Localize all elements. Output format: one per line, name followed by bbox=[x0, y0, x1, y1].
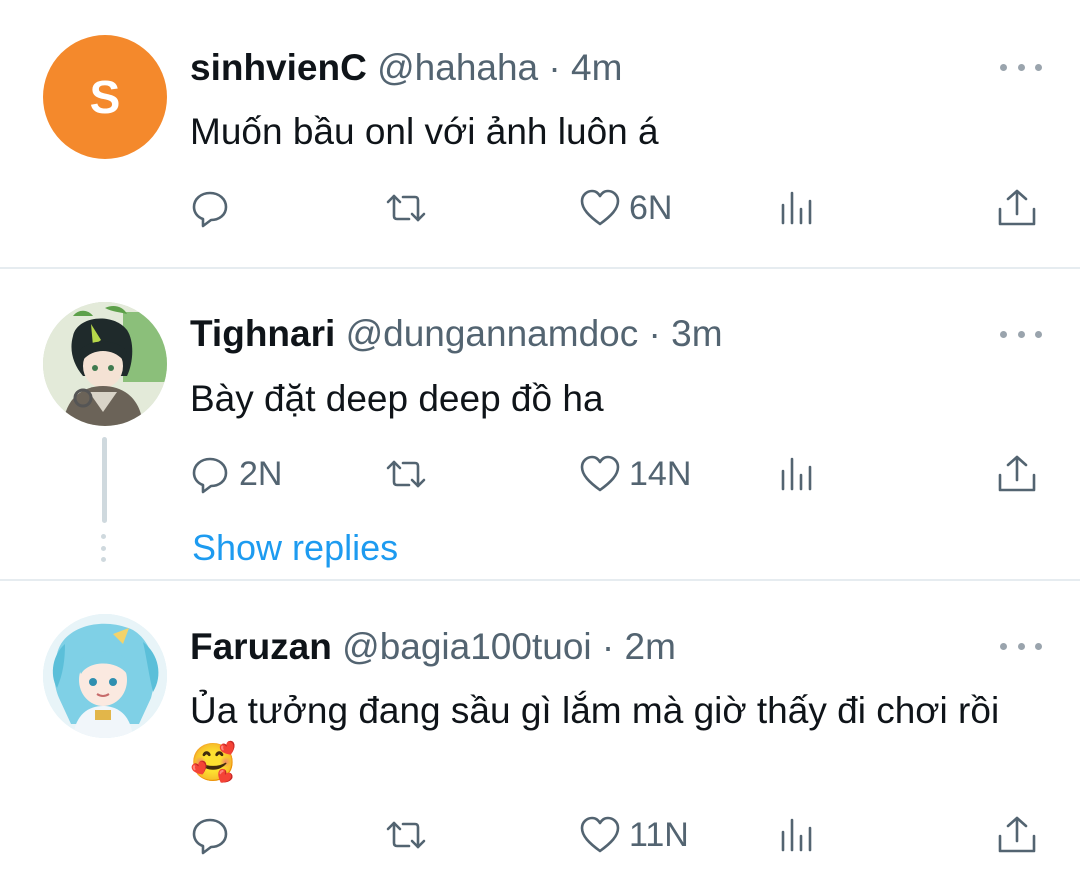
views-button[interactable] bbox=[776, 813, 818, 857]
tweet-header: Tighnari @dungannamdoc · 3m bbox=[190, 313, 723, 355]
timestamp[interactable]: 4m bbox=[571, 47, 622, 88]
tweet-text: Bày đặt deep deep đồ ha bbox=[190, 378, 604, 419]
tweet-text: Ủa tưởng đang sầu gì lắm mà giờ thấy đi … bbox=[190, 690, 1000, 731]
handle[interactable]: @bagia100tuoi bbox=[342, 626, 591, 667]
separator: · bbox=[638, 313, 672, 354]
reply-button[interactable] bbox=[189, 813, 239, 857]
share-button[interactable] bbox=[996, 186, 1038, 230]
like-button[interactable]: 6N bbox=[579, 186, 672, 230]
share-icon bbox=[996, 453, 1038, 495]
timestamp[interactable]: 2m bbox=[625, 626, 676, 667]
retweet-icon bbox=[385, 453, 427, 495]
display-name[interactable]: sinhvienC bbox=[190, 47, 367, 88]
display-name[interactable]: Tighnari bbox=[190, 313, 335, 354]
share-icon bbox=[996, 187, 1038, 229]
tweet-header: Faruzan @bagia100tuoi · 2m bbox=[190, 626, 676, 668]
reply-icon bbox=[189, 453, 231, 495]
views-icon bbox=[776, 187, 818, 229]
more-icon[interactable] bbox=[1000, 639, 1042, 653]
share-icon bbox=[996, 814, 1038, 856]
share-button[interactable] bbox=[996, 813, 1038, 857]
like-button[interactable]: 14N bbox=[579, 452, 691, 496]
like-button[interactable]: 11N bbox=[579, 813, 689, 857]
tweet-2[interactable]: Tighnari @dungannamdoc · 3m Bày đặt deep… bbox=[0, 269, 1080, 580]
avatar-letter: S bbox=[89, 71, 121, 123]
tweet-header: sinhvienC @hahaha · 4m bbox=[190, 47, 622, 89]
reply-icon bbox=[189, 814, 231, 856]
reply-button[interactable]: 2N bbox=[189, 452, 282, 496]
tweet-text: Muốn bầu onl với ảnh luôn á bbox=[190, 111, 659, 152]
retweet-icon bbox=[385, 814, 427, 856]
retweet-button[interactable] bbox=[385, 452, 435, 496]
share-button[interactable] bbox=[996, 452, 1038, 496]
like-icon bbox=[579, 453, 621, 495]
like-count: 14N bbox=[629, 454, 692, 493]
handle[interactable]: @hahaha bbox=[377, 47, 538, 88]
like-icon bbox=[579, 187, 621, 229]
separator: · bbox=[538, 47, 572, 88]
views-icon bbox=[776, 814, 818, 856]
reply-count: 2N bbox=[239, 454, 283, 493]
retweet-button[interactable] bbox=[385, 186, 435, 230]
avatar[interactable] bbox=[43, 614, 167, 738]
retweet-button[interactable] bbox=[385, 813, 435, 857]
show-replies-link[interactable]: Show replies bbox=[192, 527, 398, 569]
display-name[interactable]: Faruzan bbox=[190, 626, 332, 667]
thread-dots bbox=[101, 534, 107, 562]
tweet-emoji: 🥰 bbox=[190, 737, 236, 789]
like-count: 11N bbox=[629, 815, 689, 854]
retweet-icon bbox=[385, 187, 427, 229]
avatar[interactable] bbox=[43, 302, 167, 426]
views-button[interactable] bbox=[776, 186, 818, 230]
avatar[interactable]: S bbox=[43, 35, 167, 159]
tweet-1[interactable]: S sinhvienC @hahaha · 4m Muốn bầu onl vớ… bbox=[0, 0, 1080, 268]
views-button[interactable] bbox=[776, 452, 818, 496]
separator: · bbox=[591, 626, 625, 667]
smiling-face-with-hearts-emoji: 🥰 bbox=[190, 742, 237, 783]
views-icon bbox=[776, 453, 818, 495]
reply-icon bbox=[189, 187, 231, 229]
more-icon[interactable] bbox=[1000, 60, 1042, 74]
more-icon[interactable] bbox=[1000, 327, 1042, 341]
like-count: 6N bbox=[629, 188, 673, 227]
avatar-image bbox=[43, 302, 167, 426]
thread-line bbox=[102, 437, 107, 523]
tweet-3[interactable]: Faruzan @bagia100tuoi · 2m Ủa tưởng đang… bbox=[0, 581, 1080, 894]
reply-button[interactable] bbox=[189, 186, 239, 230]
avatar-image bbox=[43, 614, 167, 738]
timestamp[interactable]: 3m bbox=[671, 313, 722, 354]
like-icon bbox=[579, 814, 621, 856]
handle[interactable]: @dungannamdoc bbox=[346, 313, 639, 354]
